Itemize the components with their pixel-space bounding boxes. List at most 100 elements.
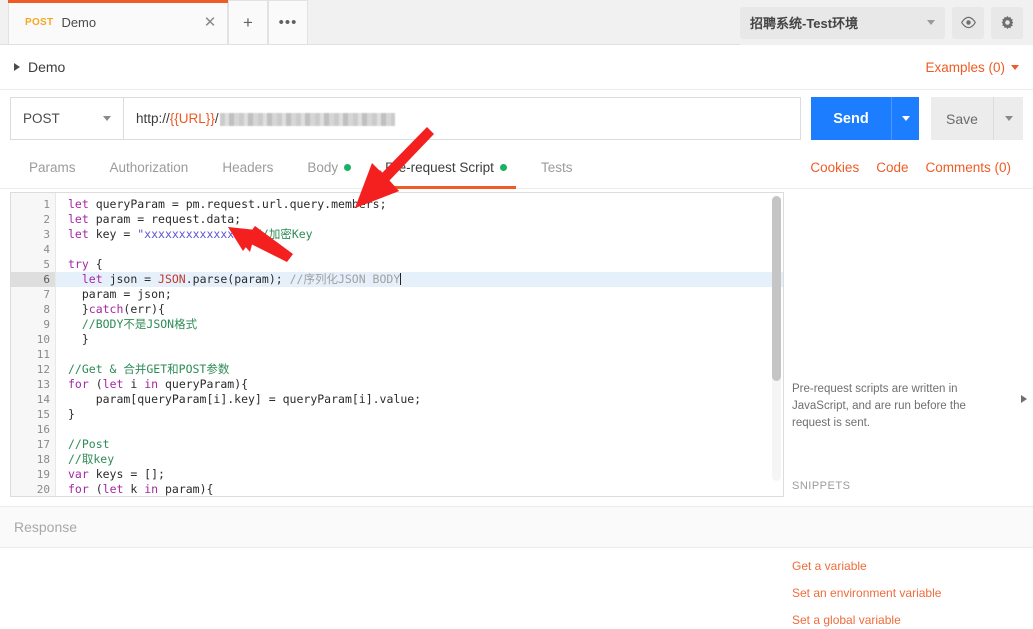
line-number: 7 (43, 288, 50, 301)
request-url-row: POST http://{{URL}}/ Send Save (0, 90, 1033, 147)
url-input[interactable]: http://{{URL}}/ (123, 97, 801, 140)
line-number: 9 (43, 318, 50, 331)
close-icon[interactable]: ✕ (201, 14, 219, 32)
code-text-area[interactable]: let queryParam = pm.request.url.query.me… (56, 193, 783, 496)
tab-headers[interactable]: Headers (205, 147, 290, 189)
request-section-tabs: Params Authorization Headers Body Pre-re… (0, 147, 1033, 189)
url-text: http://{{URL}}/ (136, 111, 395, 126)
http-method-select[interactable]: POST (10, 97, 123, 140)
tab-params[interactable]: Params (12, 147, 93, 189)
line-number: 6 (11, 272, 55, 287)
chevron-down-icon (901, 116, 910, 121)
environment-selected-label: 招聘系统-Test环境 (750, 16, 859, 31)
line-number: 11 (36, 348, 50, 361)
line-number: 12 (36, 363, 50, 376)
line-number: 19 (36, 468, 50, 481)
code-editor[interactable]: 1 2 3 4 5 6 7 8 9 10 11 12 13 14 15 16 1… (10, 192, 784, 497)
environment-controls: 招聘系统-Test环境 (740, 0, 1033, 45)
script-help-panel: Pre-request scripts are written in JavaS… (792, 381, 1033, 629)
request-tab-links: Cookies Code Comments (0) (810, 160, 1021, 175)
tab-label: Pre-request Script (385, 160, 494, 175)
comments-link[interactable]: Comments (0) (925, 160, 1011, 175)
environment-select[interactable]: 招聘系统-Test环境 (740, 6, 945, 39)
line-number: 10 (36, 333, 50, 346)
code-line: let key = "xxxxxxxxxxxxx"; //加密Key (68, 227, 313, 241)
tab-label: Headers (222, 160, 274, 175)
response-section: Response (0, 506, 1033, 548)
chevron-right-icon[interactable] (14, 63, 20, 71)
tab-method-label: POST (25, 17, 54, 28)
line-number: 20 (36, 483, 50, 496)
code-line: for (let k in param){ (68, 482, 214, 496)
snippet-set-global-variable[interactable]: Set a global variable (792, 613, 1033, 627)
tab-label: Body (307, 160, 339, 175)
code-line: let param = request.data; (68, 212, 242, 226)
save-button[interactable]: Save (931, 97, 993, 140)
examples-label: Examples (0) (925, 59, 1005, 75)
chevron-down-icon (103, 116, 111, 121)
request-tab-demo[interactable]: POST Demo ✕ (8, 0, 228, 44)
text-cursor (400, 273, 402, 285)
examples-dropdown[interactable]: Examples (0) (925, 60, 1019, 75)
send-options-button[interactable] (891, 97, 919, 140)
line-number-gutter: 1 2 3 4 5 6 7 8 9 10 11 12 13 14 15 16 1… (11, 193, 56, 496)
response-label: Response (14, 519, 78, 535)
breadcrumb-label: Demo (28, 59, 66, 75)
line-number: 13 (36, 378, 50, 391)
chevron-right-icon[interactable] (1021, 395, 1027, 403)
breadcrumb: Demo Examples (0) (0, 45, 1033, 90)
line-number: 2 (43, 213, 50, 226)
send-button-group: Send (811, 97, 919, 140)
cookies-link[interactable]: Cookies (810, 160, 859, 175)
ellipsis-icon[interactable]: ••• (268, 0, 308, 44)
tab-label: Tests (540, 160, 573, 175)
tab-authorization[interactable]: Authorization (93, 147, 206, 189)
line-number: 14 (36, 393, 50, 406)
line-number: 18 (36, 453, 50, 466)
panel-description: Pre-request scripts are written in JavaS… (792, 383, 966, 429)
code-link[interactable]: Code (876, 160, 908, 175)
status-dot-icon (499, 164, 507, 171)
plus-icon[interactable]: + (228, 0, 268, 44)
snippet-get-variable[interactable]: Get a variable (792, 559, 1033, 573)
snippet-set-environment-variable[interactable]: Set an environment variable (792, 586, 1033, 600)
line-number: 5 (43, 258, 50, 271)
chevron-down-icon (1011, 64, 1019, 70)
http-method-label: POST (23, 111, 60, 126)
tab-label: Authorization (109, 160, 189, 175)
tab-title-label: Demo (61, 15, 97, 30)
line-number: 15 (36, 408, 50, 421)
url-variable: {{URL}} (169, 111, 215, 126)
eye-icon[interactable] (952, 6, 984, 39)
editor-scrollbar[interactable] (772, 196, 781, 481)
gear-icon[interactable] (991, 6, 1023, 39)
code-line: //Post (68, 437, 110, 451)
chevron-down-icon (927, 20, 935, 25)
code-line: //BODY不是JSON格式 (81, 317, 198, 331)
code-line: let queryParam = pm.request.url.query.me… (68, 197, 387, 211)
code-line: } (68, 332, 89, 346)
tab-pre-request-script[interactable]: Pre-request Script (368, 147, 524, 189)
tab-tests[interactable]: Tests (524, 147, 590, 189)
save-options-button[interactable] (993, 97, 1023, 140)
chevron-down-icon (1004, 116, 1013, 121)
code-line: var keys = []; (68, 467, 165, 481)
code-line: }catch(err){ (68, 302, 165, 316)
line-number: 8 (43, 303, 50, 316)
status-dot-icon (344, 164, 352, 171)
line-number: 16 (36, 423, 50, 436)
line-number: 4 (43, 243, 50, 256)
send-button[interactable]: Send (811, 97, 891, 140)
code-line: try { (68, 257, 103, 271)
tab-label: Params (29, 160, 76, 175)
tab-body[interactable]: Body (290, 147, 368, 189)
line-number: 17 (36, 438, 50, 451)
editor-scrollbar-thumb[interactable] (772, 196, 781, 381)
code-line-active: let json = JSON.parse(param); //序列化JSON … (56, 272, 783, 287)
code-line: param = json; (68, 287, 172, 301)
url-redacted-path (219, 112, 395, 126)
code-line: for (let i in queryParam){ (68, 377, 249, 391)
